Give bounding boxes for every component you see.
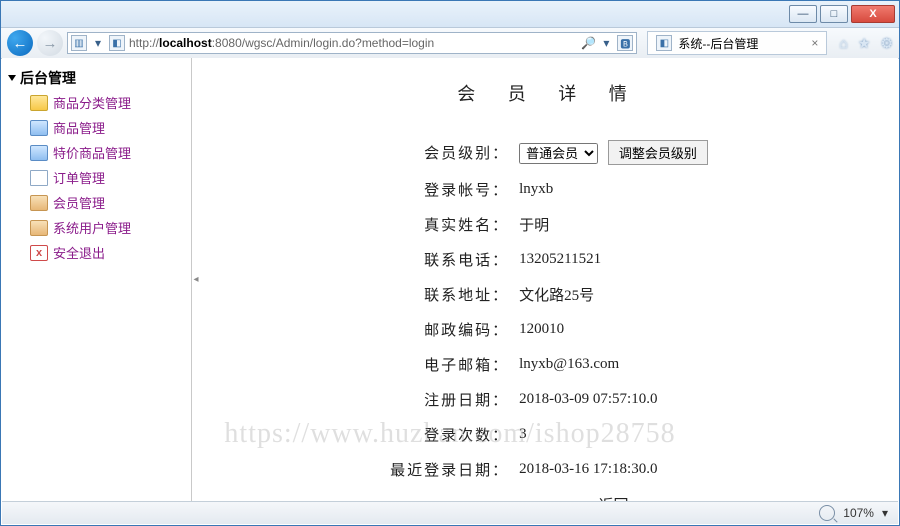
label-realname: 真实姓名： [386,208,513,241]
value-postcode: 120010 [515,313,712,346]
value-address: 文化路25号 [515,278,712,311]
zoom-dropdown-icon[interactable]: ▾ [882,506,888,520]
sidebar-item-orders[interactable]: 订单管理 [30,168,185,187]
row-lastlogin: 最近登录日期：2018-03-16 17:18:30.0 [386,453,712,486]
nav-back-button[interactable]: ← [7,30,33,56]
member-level-select[interactable]: 普通会员 [519,143,598,164]
window-close-button[interactable]: X [851,5,895,23]
tree-collapse-icon [8,75,16,81]
member-detail-table: 会员级别： 普通会员 调整会员级别 登录帐号：lnyxb 真实姓名：于明 联系电… [384,132,714,523]
url-text: http://localhost:8080/wgsc/Admin/login.d… [129,36,577,50]
label-regdate: 注册日期： [386,383,513,416]
window-maximize-button[interactable]: □ [820,5,848,23]
row-realname: 真实姓名：于明 [386,208,712,241]
tab-title: 系统--后台管理 [678,35,758,52]
row-account: 登录帐号：lnyxb [386,173,712,206]
sidebar-item-special[interactable]: 特价商品管理 [30,143,185,162]
tree-children: 商品分类管理 商品管理 特价商品管理 订单管理 会员管理 系统用户管理 x安全退… [30,93,185,262]
bing-icon[interactable]: 🅱 [617,35,633,51]
page-content: 后台管理 商品分类管理 商品管理 特价商品管理 订单管理 会员管理 系统用户管理… [2,58,898,501]
row-email: 电子邮箱：lnyxb@163.com [386,348,712,381]
sidebar-item-goods[interactable]: 商品管理 [30,118,185,137]
tree-root[interactable]: 后台管理 [8,68,185,88]
label-lastlogin: 最近登录日期： [386,453,513,486]
folder-icon [30,95,48,111]
document-icon [30,170,48,186]
row-postcode: 邮政编码：120010 [386,313,712,346]
label-logins: 登录次数： [386,418,513,451]
sidebar-item-category[interactable]: 商品分类管理 [30,93,185,112]
value-realname: 于明 [515,208,712,241]
label-account: 登录帐号： [386,173,513,206]
sidebar-item-sysusers[interactable]: 系统用户管理 [30,218,185,237]
value-account: lnyxb [515,173,712,206]
admin-sidebar: 后台管理 商品分类管理 商品管理 特价商品管理 订单管理 会员管理 系统用户管理… [2,58,192,501]
search-dropdown-icon[interactable]: ▾ [599,36,613,50]
row-regdate: 注册日期：2018-03-09 07:57:10.0 [386,383,712,416]
address-bar[interactable]: ▥ ▾ ◧ http://localhost:8080/wgsc/Admin/l… [67,32,637,54]
panel-splitter[interactable]: ◂ [192,58,200,501]
browser-tab[interactable]: ◧ 系统--后台管理 × [647,31,827,55]
label-level: 会员级别： [386,134,513,171]
main-panel: 会 员 详 情 会员级别： 普通会员 调整会员级别 登录帐号：lnyxb 真实姓… [200,58,898,501]
value-phone: 13205211521 [515,243,712,276]
value-email: lnyxb@163.com [515,348,712,381]
addr-dropdown-icon[interactable]: ▾ [91,36,105,50]
tab-strip: ◧ 系统--后台管理 × [647,31,827,55]
row-logins: 登录次数：3 [386,418,712,451]
value-logins: 3 [515,418,712,451]
label-postcode: 邮政编码： [386,313,513,346]
home-icon[interactable]: ⌂ [839,35,847,52]
nav-forward-button[interactable]: → [37,30,63,56]
tab-close-icon[interactable]: × [811,36,818,50]
browser-toolbar: ← → ▥ ▾ ◧ http://localhost:8080/wgsc/Adm… [1,28,899,59]
site-favicon-icon: ◧ [109,35,125,51]
user-icon [30,220,48,236]
zoom-icon[interactable] [819,505,835,521]
compat-view-icon[interactable]: ▥ [71,35,87,51]
value-regdate: 2018-03-09 07:57:10.0 [515,383,712,416]
row-level: 会员级别： 普通会员 调整会员级别 [386,134,712,171]
tree-root-label: 后台管理 [20,68,76,88]
box-icon [30,145,48,161]
status-bar: 107% ▾ [2,501,898,524]
ie-window: — □ X ← → ▥ ▾ ◧ http://localhost:8080/wg… [0,0,900,526]
user-icon [30,195,48,211]
sidebar-item-logout[interactable]: x安全退出 [30,243,185,262]
page-title: 会 员 详 情 [220,80,878,106]
box-icon [30,120,48,136]
window-titlebar: — □ X [1,1,899,28]
tools-gear-icon[interactable]: ⚙ [880,35,893,52]
label-address: 联系地址： [386,278,513,311]
toolbar-right-icons: ⌂ ★ ⚙ [839,35,893,52]
zoom-value: 107% [843,506,874,520]
adjust-level-button[interactable]: 调整会员级别 [608,140,708,165]
label-email: 电子邮箱： [386,348,513,381]
exit-icon: x [30,245,48,261]
favorites-icon[interactable]: ★ [858,35,871,52]
tab-favicon-icon: ◧ [656,35,672,51]
value-lastlogin: 2018-03-16 17:18:30.0 [515,453,712,486]
row-phone: 联系电话：13205211521 [386,243,712,276]
window-minimize-button[interactable]: — [789,5,817,23]
row-address: 联系地址：文化路25号 [386,278,712,311]
label-phone: 联系电话： [386,243,513,276]
search-icon[interactable]: 🔎 [581,36,595,50]
sidebar-item-members[interactable]: 会员管理 [30,193,185,212]
